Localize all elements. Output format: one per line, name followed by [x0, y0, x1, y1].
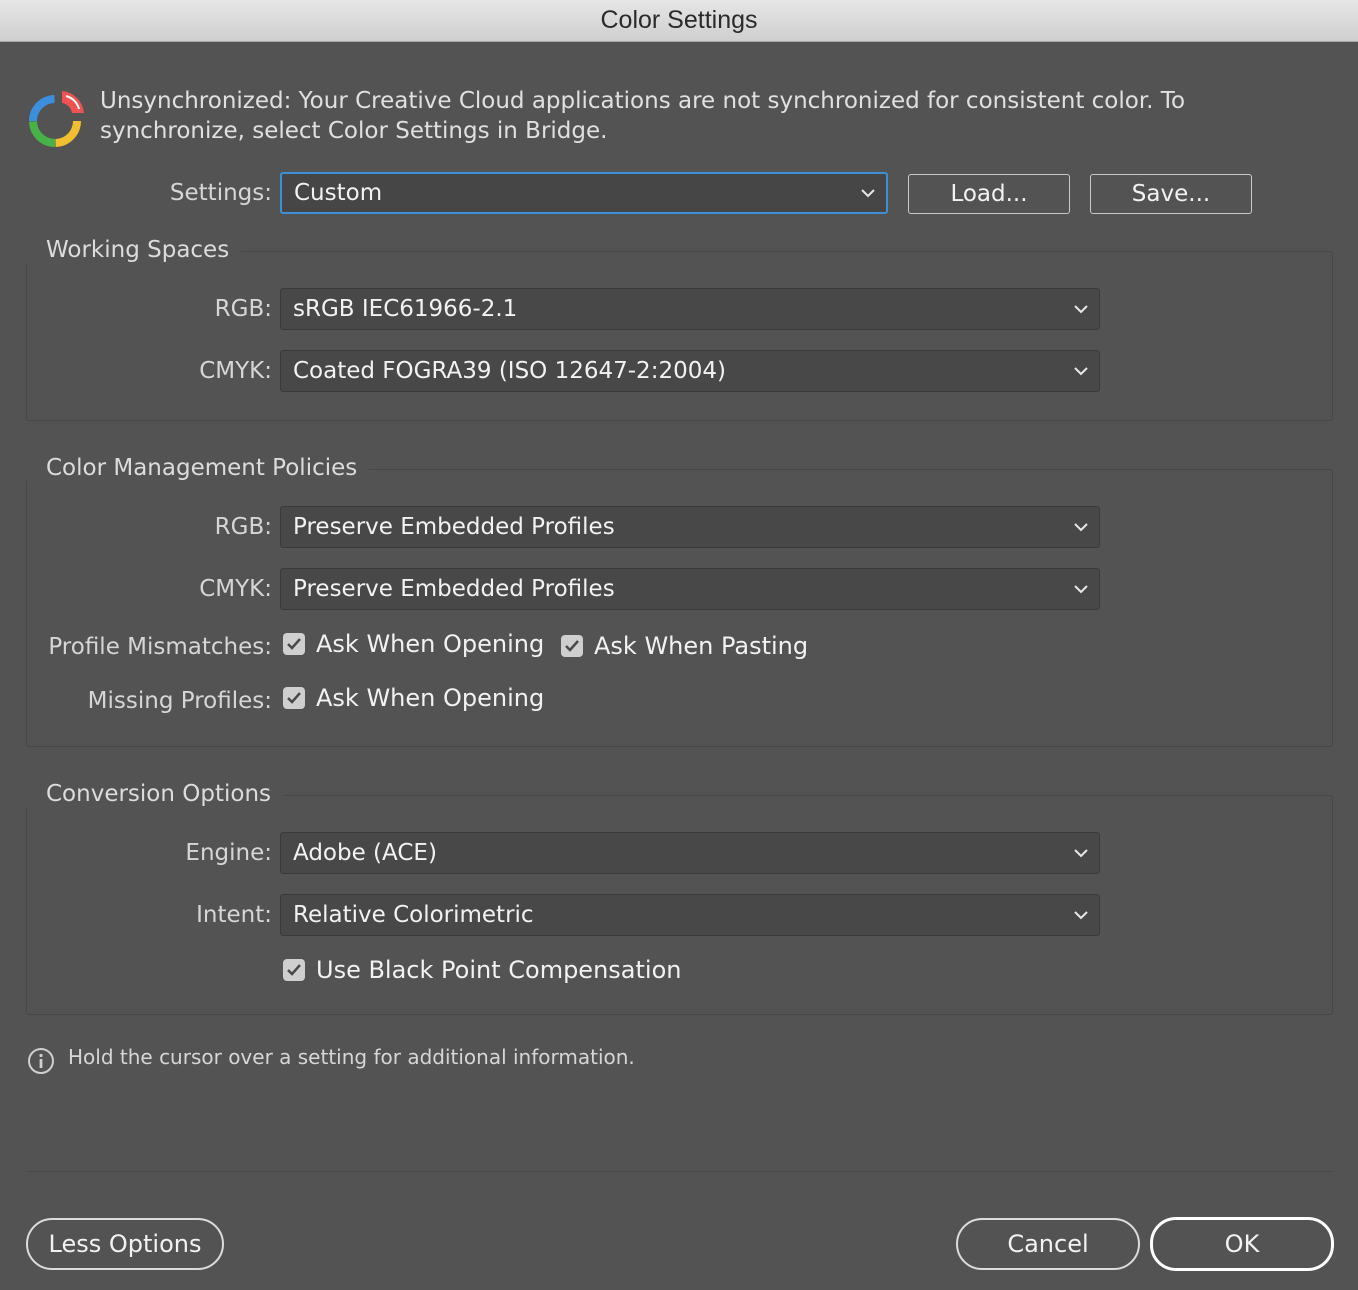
checkmark-icon [287, 638, 301, 650]
engine-select[interactable]: Adobe (ACE) [280, 832, 1100, 874]
missing-opening-label[interactable]: Ask When Opening [316, 684, 544, 712]
settings-select-value: Custom [294, 180, 383, 206]
chevron-down-icon [1074, 849, 1088, 858]
mismatch-opening-checkbox[interactable] [283, 633, 305, 655]
chevron-down-icon [1074, 911, 1088, 920]
window-title: Color Settings [600, 6, 758, 34]
less-options-button[interactable]: Less Options [26, 1218, 224, 1270]
checkmark-icon [565, 640, 579, 652]
missing-opening-checkbox[interactable] [283, 687, 305, 709]
intent-select[interactable]: Relative Colorimetric [280, 894, 1100, 936]
less-options-label: Less Options [48, 1230, 202, 1258]
checkmark-icon [287, 964, 301, 976]
load-button[interactable]: Load... [908, 174, 1070, 214]
black-point-compensation-checkbox[interactable] [283, 959, 305, 981]
conversion-title: Conversion Options [26, 781, 284, 807]
sync-warning-message: Unsynchronized: Your Creative Cloud appl… [100, 88, 1186, 144]
cancel-label: Cancel [1007, 1230, 1089, 1258]
policy-cmyk-value: Preserve Embedded Profiles [293, 576, 615, 602]
chevron-down-icon [1074, 367, 1088, 376]
policy-cmyk-select[interactable]: Preserve Embedded Profiles [280, 568, 1100, 610]
working-rgb-label: RGB: [214, 296, 272, 322]
settings-label: Settings: [169, 180, 272, 206]
engine-label: Engine: [185, 840, 272, 866]
policy-rgb-select[interactable]: Preserve Embedded Profiles [280, 506, 1100, 548]
chevron-down-icon [1074, 523, 1088, 532]
chevron-down-icon [1074, 305, 1088, 314]
mismatch-opening-label[interactable]: Ask When Opening [316, 630, 544, 658]
profile-mismatches-label: Profile Mismatches: [48, 634, 272, 660]
chevron-down-icon [1074, 585, 1088, 594]
intent-value: Relative Colorimetric [293, 902, 534, 928]
working-rgb-select[interactable]: sRGB IEC61966-2.1 [280, 288, 1100, 330]
cancel-button[interactable]: Cancel [956, 1218, 1140, 1270]
intent-label: Intent: [196, 902, 272, 928]
ok-button[interactable]: OK [1150, 1217, 1334, 1271]
mismatch-pasting-label[interactable]: Ask When Pasting [594, 632, 808, 660]
missing-profiles-label: Missing Profiles: [87, 688, 272, 714]
ok-label: OK [1224, 1230, 1260, 1258]
working-cmyk-value: Coated FOGRA39 (ISO 12647-2:2004) [293, 358, 726, 384]
policies-title: Color Management Policies [26, 455, 370, 481]
working-cmyk-select[interactable]: Coated FOGRA39 (ISO 12647-2:2004) [280, 350, 1100, 392]
save-button[interactable]: Save... [1090, 174, 1252, 214]
save-button-label: Save... [1131, 181, 1211, 207]
policy-rgb-label: RGB: [214, 514, 272, 540]
working-cmyk-label: CMYK: [199, 358, 272, 384]
working-spaces-title: Working Spaces [26, 237, 242, 263]
black-point-compensation-label[interactable]: Use Black Point Compensation [316, 956, 681, 984]
policy-rgb-value: Preserve Embedded Profiles [293, 514, 615, 540]
settings-select[interactable]: Custom [280, 172, 888, 214]
footer-divider [26, 1171, 1333, 1172]
info-icon [28, 1048, 54, 1074]
load-button-label: Load... [950, 181, 1028, 207]
info-hint-text: Hold the cursor over a setting for addit… [68, 1045, 635, 1069]
checkmark-icon [287, 692, 301, 704]
color-sync-icon [29, 91, 84, 147]
policy-cmyk-label: CMYK: [199, 576, 272, 602]
mismatch-pasting-checkbox[interactable] [561, 635, 583, 657]
chevron-down-icon [861, 189, 875, 198]
window-title-bar[interactable]: Color Settings [0, 0, 1358, 42]
working-spaces-group [26, 251, 1333, 421]
engine-value: Adobe (ACE) [293, 840, 437, 866]
working-rgb-value: sRGB IEC61966-2.1 [293, 296, 518, 322]
